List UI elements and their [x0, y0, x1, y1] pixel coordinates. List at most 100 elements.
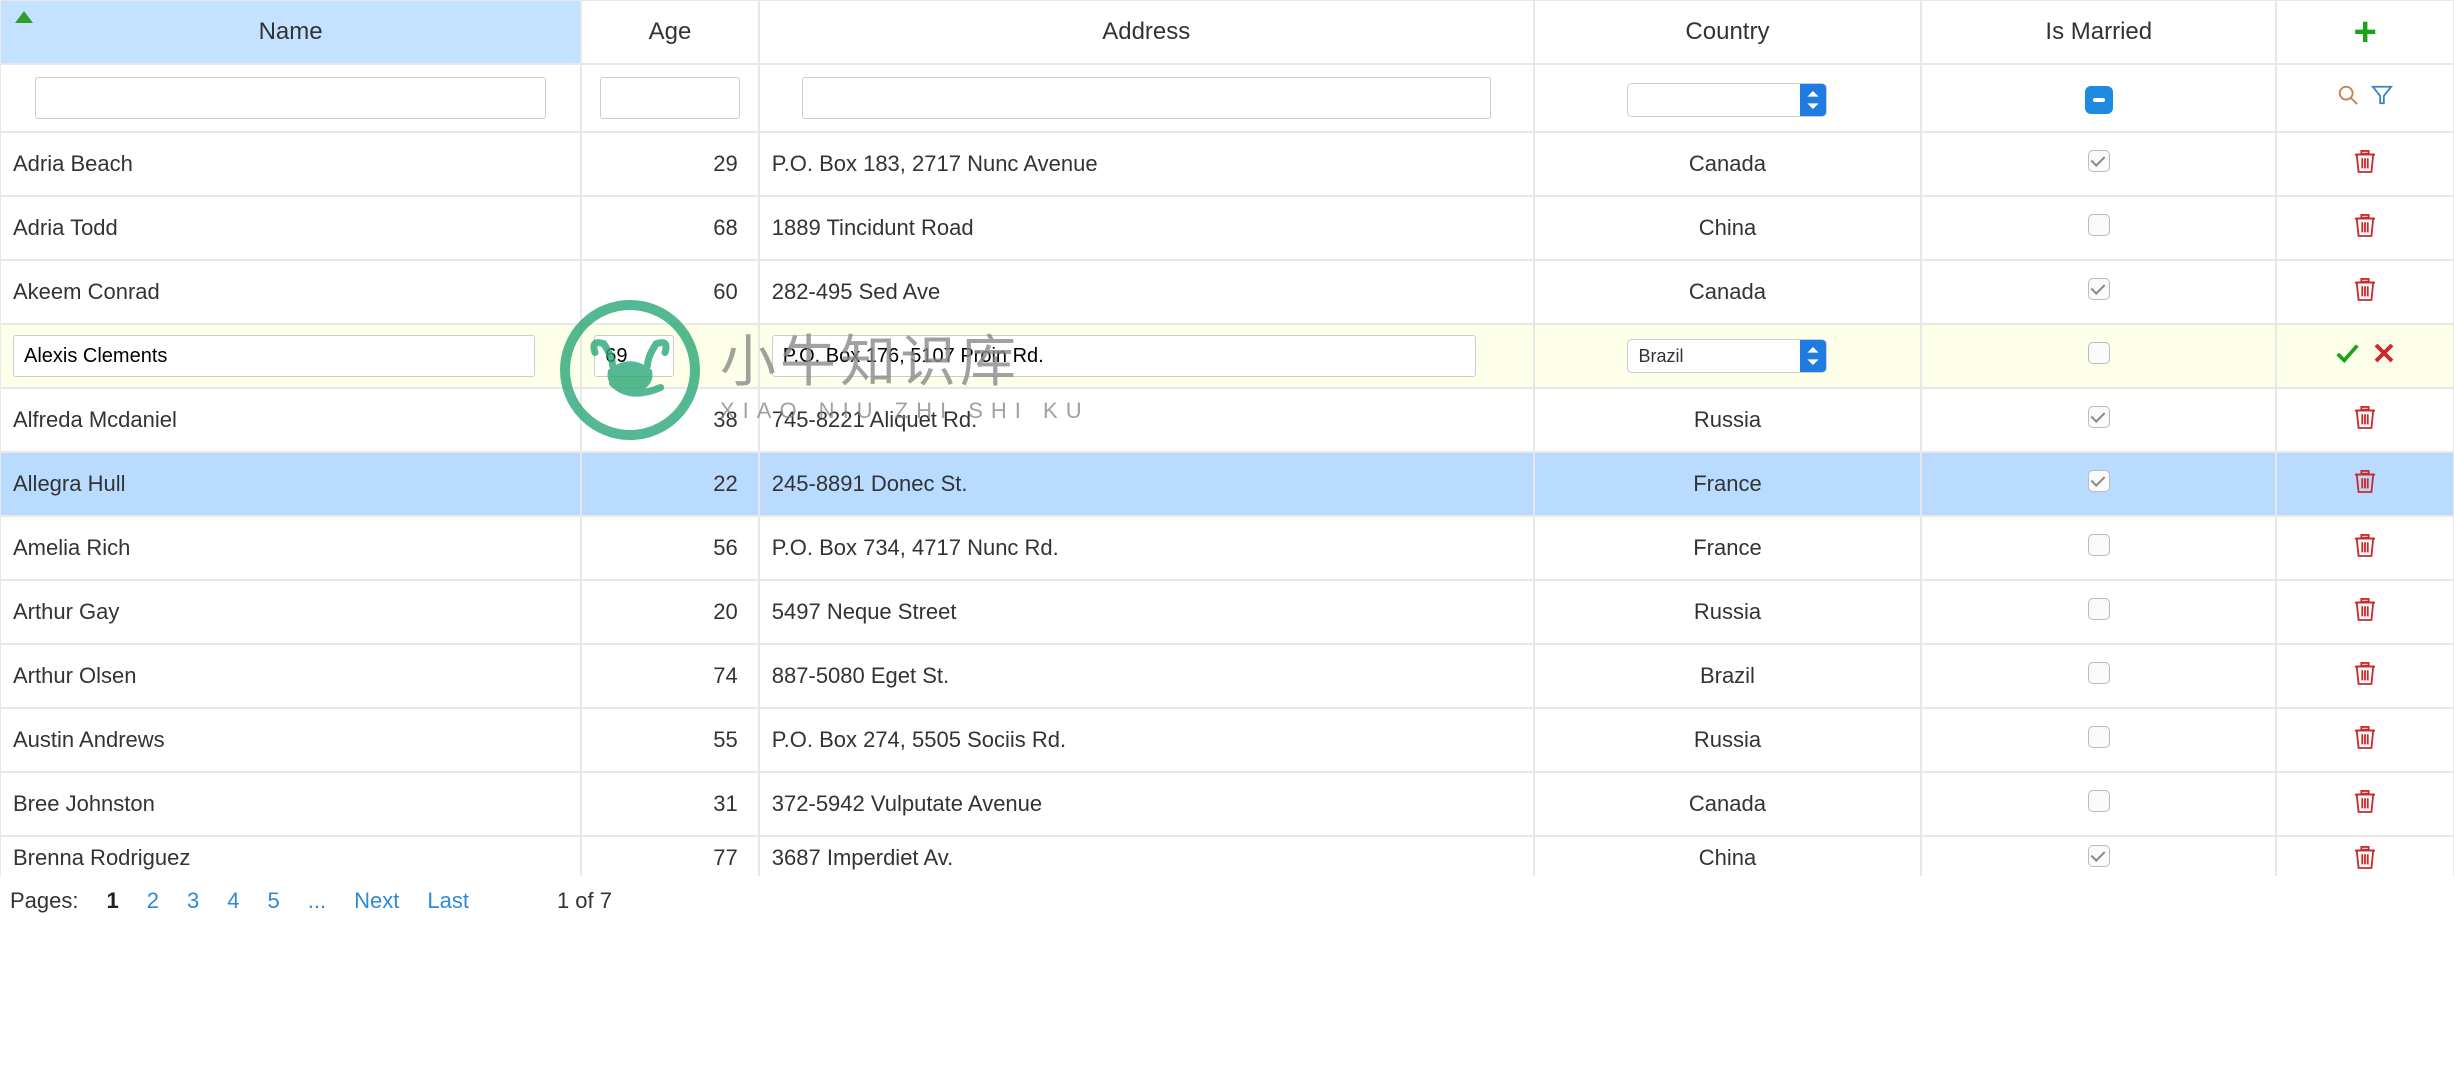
col-header-country[interactable]: Country: [1534, 0, 1921, 64]
table-row[interactable]: Brenna Rodriguez773687 Imperdiet Av.Chin…: [0, 836, 2454, 876]
col-header-name[interactable]: Name: [0, 0, 581, 64]
table-row[interactable]: Adria Beach29P.O. Box 183, 2717 Nunc Ave…: [0, 132, 2454, 196]
married-checkbox[interactable]: [2088, 406, 2110, 428]
delete-row-button[interactable]: [2354, 217, 2376, 242]
married-checkbox[interactable]: [2088, 598, 2110, 620]
pager-status: 1 of 7: [557, 888, 612, 914]
filter-name-input[interactable]: [35, 77, 546, 119]
cell-name: Akeem Conrad: [0, 260, 581, 324]
cell-country: Russia: [1534, 708, 1921, 772]
cell-name: Brenna Rodriguez: [0, 836, 581, 876]
table-row[interactable]: Allegra Hull22245-8891 Donec St.France: [0, 452, 2454, 516]
cell-actions: [2276, 452, 2454, 516]
delete-row-button[interactable]: [2354, 281, 2376, 306]
table-row[interactable]: Arthur Olsen74887-5080 Eget St.Brazil: [0, 644, 2454, 708]
cell-married: [1921, 836, 2276, 876]
cell-married: [1921, 260, 2276, 324]
col-header-age[interactable]: Age: [581, 0, 759, 64]
cell-age: 38: [581, 388, 759, 452]
cell-age: 56: [581, 516, 759, 580]
married-checkbox[interactable]: [2088, 342, 2110, 364]
col-header-actions: +: [2276, 0, 2454, 64]
cell-country: Canada: [1534, 132, 1921, 196]
select-caret-icon: [1800, 84, 1826, 116]
filter-married-checkbox[interactable]: [2085, 86, 2113, 114]
cell-married: [1921, 132, 2276, 196]
married-checkbox[interactable]: [2088, 726, 2110, 748]
cell-age: 29: [581, 132, 759, 196]
cell-address: 5497 Neque Street: [759, 580, 1534, 644]
edit-name-input[interactable]: [13, 335, 535, 377]
cell-age: 68: [581, 196, 759, 260]
table-row[interactable]: Alfreda Mcdaniel38745-8221 Aliquet Rd.Ru…: [0, 388, 2454, 452]
cell-married: [1921, 580, 2276, 644]
delete-row-button[interactable]: [2354, 601, 2376, 626]
select-caret-icon: [1800, 340, 1826, 372]
pager-page[interactable]: 5: [268, 888, 280, 914]
cell-country: France: [1534, 452, 1921, 516]
cell-name: Adria Todd: [0, 196, 581, 260]
delete-row-button[interactable]: [2354, 409, 2376, 434]
cell-country: Canada: [1534, 260, 1921, 324]
cell-actions: [2276, 644, 2454, 708]
pager-next[interactable]: Next: [354, 888, 399, 914]
married-checkbox[interactable]: [2088, 150, 2110, 172]
edit-row: Brazil: [0, 324, 2454, 388]
col-header-married[interactable]: Is Married: [1921, 0, 2276, 64]
married-checkbox[interactable]: [2088, 845, 2110, 867]
cell-address: 1889 Tincidunt Road: [759, 196, 1534, 260]
search-button[interactable]: [2337, 84, 2359, 112]
married-checkbox[interactable]: [2088, 662, 2110, 684]
cell-actions: [2276, 388, 2454, 452]
delete-row-button[interactable]: [2354, 729, 2376, 754]
cell-address: 282-495 Sed Ave: [759, 260, 1534, 324]
pager-page[interactable]: 2: [147, 888, 159, 914]
edit-age-input[interactable]: [594, 335, 674, 377]
cell-country: Russia: [1534, 388, 1921, 452]
cell-age: 55: [581, 708, 759, 772]
cell-country: China: [1534, 196, 1921, 260]
cell-age: 20: [581, 580, 759, 644]
edit-address-input[interactable]: [772, 335, 1476, 377]
cell-married: [1921, 388, 2276, 452]
pager-page[interactable]: 1: [107, 888, 119, 914]
table-row[interactable]: Bree Johnston31372-5942 Vulputate Avenue…: [0, 772, 2454, 836]
header-row: Name Age Address Country Is Married +: [0, 0, 2454, 64]
cell-address: 245-8891 Donec St.: [759, 452, 1534, 516]
delete-row-button[interactable]: [2354, 473, 2376, 498]
married-checkbox[interactable]: [2088, 470, 2110, 492]
filter-country-select[interactable]: [1627, 83, 1827, 117]
cell-married: [1921, 644, 2276, 708]
confirm-edit-button[interactable]: [2334, 340, 2360, 372]
pager-page[interactable]: 4: [227, 888, 239, 914]
filter-age-input[interactable]: [600, 77, 739, 119]
married-checkbox[interactable]: [2088, 278, 2110, 300]
cancel-edit-button[interactable]: [2372, 341, 2396, 371]
pager-page[interactable]: ...: [308, 888, 326, 914]
pager-page[interactable]: 3: [187, 888, 199, 914]
delete-row-button[interactable]: [2354, 849, 2376, 874]
edit-country-select[interactable]: Brazil: [1627, 339, 1827, 373]
cell-age: 22: [581, 452, 759, 516]
table-row[interactable]: Akeem Conrad60282-495 Sed AveCanada: [0, 260, 2454, 324]
col-label: Age: [649, 18, 692, 45]
table-row[interactable]: Austin Andrews55P.O. Box 274, 5505 Socii…: [0, 708, 2454, 772]
table-row[interactable]: Arthur Gay205497 Neque StreetRussia: [0, 580, 2454, 644]
married-checkbox[interactable]: [2088, 214, 2110, 236]
col-header-address[interactable]: Address: [759, 0, 1534, 64]
filter-row: [0, 64, 2454, 132]
pager: Pages: 12345... Next Last 1 of 7: [0, 876, 2454, 926]
delete-row-button[interactable]: [2354, 793, 2376, 818]
married-checkbox[interactable]: [2088, 534, 2110, 556]
cell-country: China: [1534, 836, 1921, 876]
clear-filter-button[interactable]: [2371, 84, 2393, 112]
married-checkbox[interactable]: [2088, 790, 2110, 812]
table-row[interactable]: Adria Todd681889 Tincidunt RoadChina: [0, 196, 2454, 260]
table-row[interactable]: Amelia Rich56P.O. Box 734, 4717 Nunc Rd.…: [0, 516, 2454, 580]
delete-row-button[interactable]: [2354, 537, 2376, 562]
delete-row-button[interactable]: [2354, 153, 2376, 178]
add-row-button[interactable]: +: [2354, 10, 2377, 54]
delete-row-button[interactable]: [2354, 665, 2376, 690]
pager-last[interactable]: Last: [427, 888, 469, 914]
filter-address-input[interactable]: [802, 77, 1491, 119]
